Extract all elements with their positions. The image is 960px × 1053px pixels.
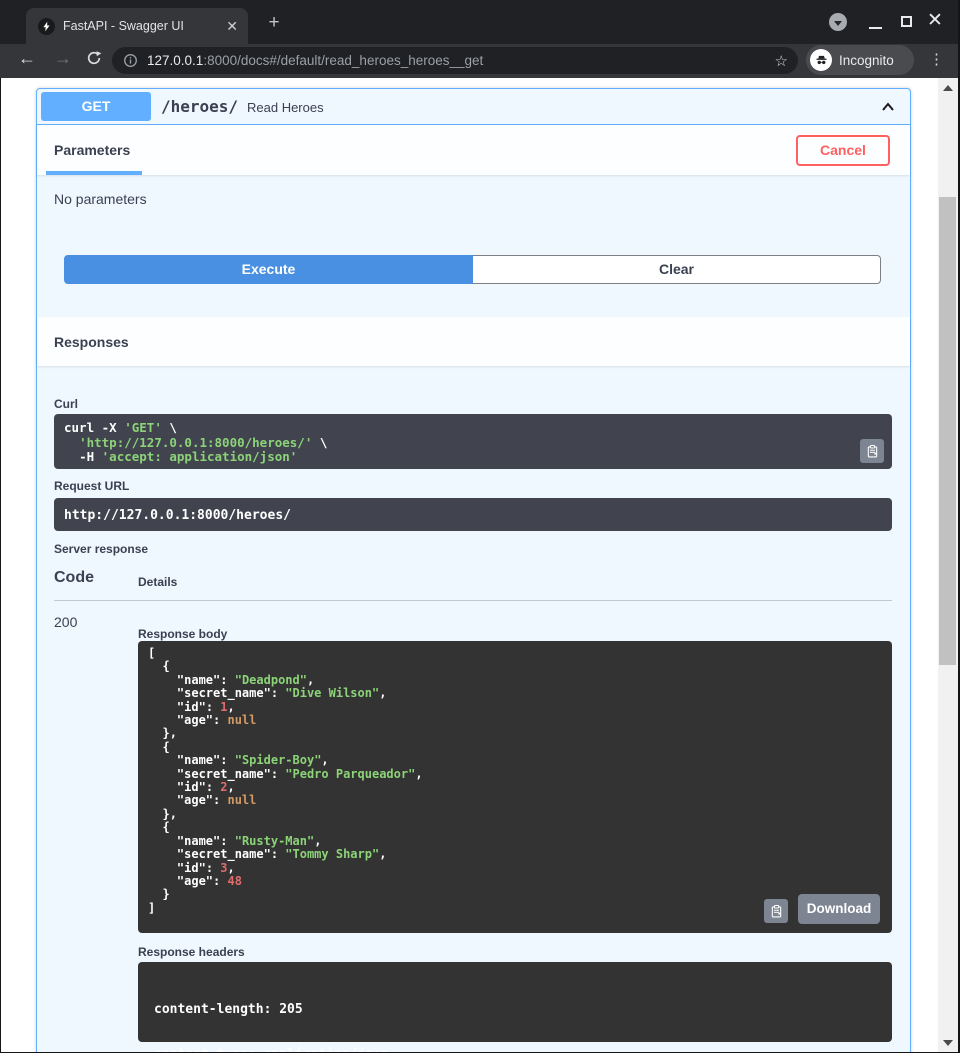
incognito-icon	[810, 49, 832, 71]
tab-strip: FastAPI - Swagger UI ✕ + ✕	[0, 0, 960, 44]
download-button[interactable]: Download	[798, 894, 880, 924]
copy-curl-button[interactable]	[860, 439, 884, 463]
response-body-block: [ { "name": "Deadpond", "secret_name": "…	[138, 641, 892, 933]
opblock-get-heroes: GET /heroes/ Read Heroes Parameters Canc…	[36, 88, 911, 1052]
bookmark-star-icon[interactable]: ☆	[775, 52, 788, 70]
incognito-badge: Incognito	[806, 45, 914, 75]
browser-window: FastAPI - Swagger UI ✕ + ✕ ← → 127.0.0.1…	[0, 0, 960, 1053]
opblock-summary[interactable]: GET /heroes/ Read Heroes	[37, 89, 910, 125]
scroll-down-icon[interactable]	[943, 1040, 953, 1046]
close-button[interactable]: ✕	[927, 9, 943, 32]
scrollbar-thumb[interactable]	[939, 197, 956, 665]
tab-search-button[interactable]	[829, 13, 847, 31]
clear-button[interactable]: Clear	[473, 255, 881, 284]
new-tab-button[interactable]: +	[262, 11, 286, 35]
tab-title: FastAPI - Swagger UI	[63, 19, 222, 33]
header-line: content-length: 205	[154, 1002, 876, 1017]
page-scrollbar[interactable]	[938, 78, 958, 1053]
back-button[interactable]: ←	[18, 48, 36, 69]
browser-menu-icon[interactable]: ⋮	[929, 50, 944, 68]
http-method-badge: GET	[41, 92, 151, 121]
page-info-icon[interactable]	[123, 53, 138, 68]
response-headers-code: content-length: 205 content-type: applic…	[138, 962, 892, 1052]
server-response-label: Server response	[54, 542, 148, 556]
curl-label: Curl	[54, 397, 78, 411]
response-body-code: [ { "name": "Deadpond", "secret_name": "…	[138, 641, 892, 921]
forward-button[interactable]: →	[54, 48, 72, 69]
copy-response-button[interactable]	[764, 899, 788, 923]
execute-row: Execute Clear	[64, 255, 881, 284]
responses-title: Responses	[54, 334, 129, 350]
code-column-header: Code	[54, 569, 94, 587]
request-url-value: http://127.0.0.1:8000/heroes/	[54, 498, 892, 533]
collapse-chevron-icon[interactable]	[878, 97, 898, 122]
parameters-section-header: Parameters Cancel	[37, 125, 910, 175]
incognito-label: Incognito	[839, 53, 894, 68]
chevron-down-icon	[834, 21, 842, 26]
minimize-button[interactable]	[869, 27, 882, 29]
scroll-up-icon[interactable]	[943, 85, 953, 91]
responses-section-header: Responses	[37, 317, 910, 366]
request-url-block: http://127.0.0.1:8000/heroes/	[54, 498, 892, 531]
response-headers-block: content-length: 205 content-type: applic…	[138, 962, 892, 1042]
browser-toolbar: ← → 127.0.0.1:8000/docs#/default/read_he…	[0, 44, 960, 78]
curl-block: curl -X 'GET' \ 'http://127.0.0.1:8000/h…	[54, 414, 892, 469]
url-bar[interactable]: 127.0.0.1:8000/docs#/default/read_heroes…	[112, 47, 798, 74]
reload-button[interactable]	[86, 50, 102, 71]
active-tab-underline	[46, 171, 142, 175]
status-code: 200	[54, 614, 77, 630]
url-path: :8000/docs#/default/read_heroes_heroes__…	[203, 53, 483, 68]
cancel-button[interactable]: Cancel	[796, 135, 890, 166]
url-text: 127.0.0.1:8000/docs#/default/read_heroes…	[147, 53, 765, 68]
url-host: 127.0.0.1	[147, 53, 203, 68]
endpoint-path: /heroes/	[161, 97, 238, 116]
request-url-label: Request URL	[54, 479, 129, 493]
tab-parameters[interactable]: Parameters	[54, 142, 130, 158]
table-divider	[54, 600, 892, 601]
endpoint-summary: Read Heroes	[247, 100, 324, 115]
page-viewport: GET /heroes/ Read Heroes Parameters Canc…	[1, 78, 938, 1052]
execute-button[interactable]: Execute	[64, 255, 473, 284]
browser-tab[interactable]: FastAPI - Swagger UI ✕	[26, 8, 248, 44]
details-column-header: Details	[138, 575, 177, 589]
maximize-button[interactable]	[901, 16, 912, 27]
response-body-label: Response body	[138, 627, 227, 641]
curl-command: curl -X 'GET' \ 'http://127.0.0.1:8000/h…	[54, 414, 892, 472]
response-headers-label: Response headers	[138, 945, 245, 959]
tab-close-icon[interactable]: ✕	[226, 18, 238, 35]
fastapi-favicon-icon	[38, 18, 55, 35]
no-parameters-text: No parameters	[54, 191, 147, 207]
